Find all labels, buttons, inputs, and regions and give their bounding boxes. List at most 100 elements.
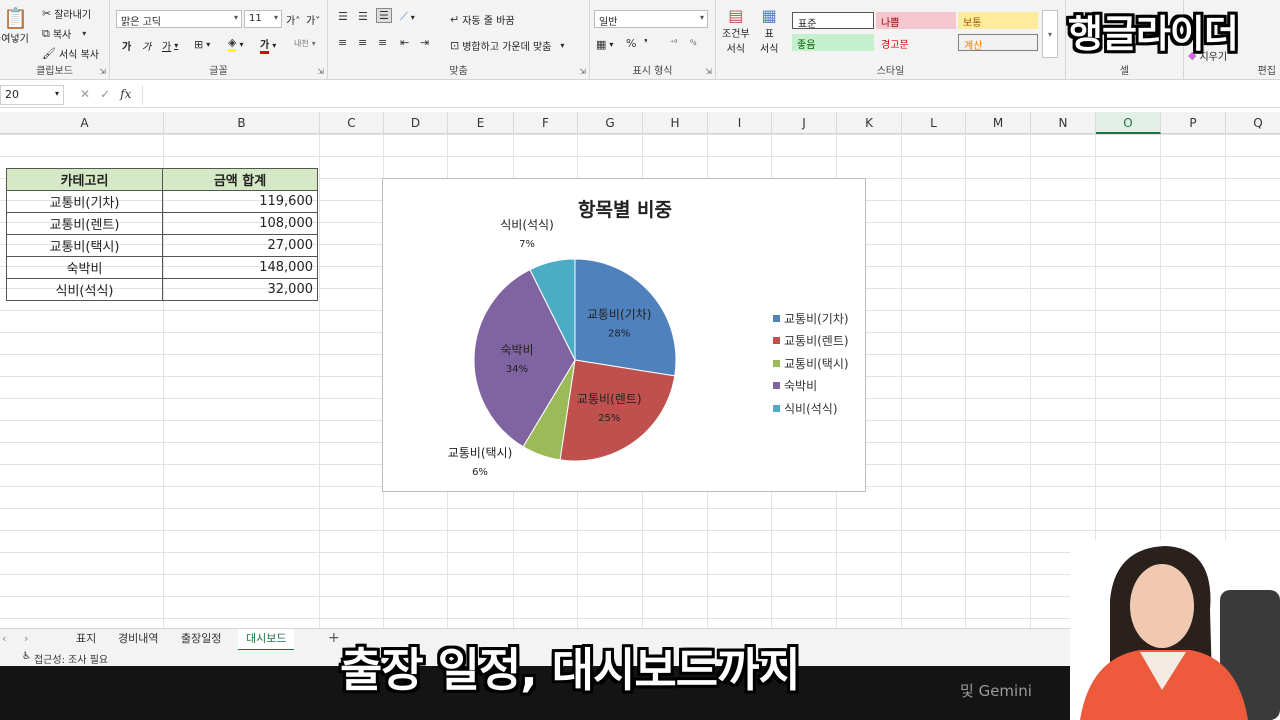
font-size-value: 11 — [249, 13, 262, 24]
column-header-g[interactable]: G — [578, 112, 643, 134]
format-table-button[interactable]: ▦ 표 서식 — [760, 6, 778, 55]
cell-amount[interactable]: 148,000 — [162, 256, 318, 279]
pie-chart[interactable]: 항목별 비중 교통비(기차) 28% 교통비(렌트) 25% 교통비(택시) 6% 숙박비 3… — [382, 178, 866, 492]
styles-more-button[interactable]: ▾ — [1042, 10, 1058, 58]
font-name-select[interactable]: 맑은 고딕 ▾ — [116, 10, 242, 28]
cell-category[interactable]: 식비(석식) — [6, 278, 163, 301]
fill-color-button[interactable]: ◈ ▾ — [228, 36, 243, 52]
cell-category[interactable]: 교통비(기차) — [6, 190, 163, 213]
column-header-d[interactable]: D — [384, 112, 448, 134]
column-header-i[interactable]: I — [708, 112, 772, 134]
dialog-launcher-icon[interactable]: ⇲ — [705, 67, 712, 76]
column-header-c[interactable]: C — [320, 112, 384, 134]
dialog-launcher-icon[interactable]: ⇲ — [317, 67, 324, 76]
paste-button[interactable]: 📋 붙여넣기 — [0, 6, 29, 45]
style-good[interactable]: 좋음 — [792, 34, 874, 51]
grow-font-button[interactable]: 가˄ — [286, 12, 300, 27]
border-button[interactable]: ⊞ ▾ — [194, 38, 210, 51]
gridline-horizontal — [0, 156, 1280, 157]
column-header-l[interactable]: L — [902, 112, 966, 134]
style-neutral[interactable]: 보통 — [958, 12, 1038, 29]
format-painter-button[interactable]: 🖌 서식 복사 — [42, 46, 99, 61]
phonetic-button[interactable]: 내천 ▾ — [294, 38, 316, 49]
font-color-button[interactable]: 가 ▾ — [260, 36, 276, 54]
number-format-select[interactable]: 일반 ▾ — [594, 10, 708, 28]
slice-category-label: 교통비(기차) — [587, 307, 652, 321]
copy-button[interactable]: ⧉ 복사 ▾ — [42, 26, 86, 42]
merge-center-button[interactable]: ⊡ 병합하고 가운데 맞춤 ▾ — [450, 38, 564, 53]
font-size-select[interactable]: 11 ▾ — [244, 10, 282, 28]
header-amount[interactable]: 금액 합계 — [162, 168, 318, 191]
function-icon[interactable]: fx — [120, 87, 131, 101]
accounting-button[interactable]: ▦ ▾ — [596, 38, 613, 51]
cancel-icon[interactable]: ✕ — [80, 87, 90, 101]
gridline-horizontal — [0, 134, 1280, 135]
conditional-format-button[interactable]: ▤ 조건부 서식 — [722, 6, 750, 55]
align-center-button[interactable]: ≡ — [358, 36, 367, 49]
column-header-e[interactable]: E — [448, 112, 514, 134]
column-header-n[interactable]: N — [1031, 112, 1096, 134]
font-name-value: 맑은 고딕 — [121, 17, 161, 28]
style-calculation[interactable]: 계산 — [958, 34, 1038, 52]
cell-category[interactable]: 교통비(택시) — [6, 234, 163, 257]
cell-amount[interactable]: 119,600 — [162, 190, 318, 213]
chart-legend[interactable]: 교통비(기차) 교통비(렌트) 교통비(택시) 숙박비 식비(석식) — [773, 307, 849, 420]
style-normal[interactable]: 표준 — [792, 12, 874, 30]
column-header-j[interactable]: J — [772, 112, 837, 134]
legend-label: 숙박비 — [784, 379, 818, 394]
decrease-indent-button[interactable]: ⇤ — [400, 36, 409, 49]
cell-category[interactable]: 교통비(렌트) — [6, 212, 163, 235]
column-header-m[interactable]: M — [966, 112, 1031, 134]
dialog-launcher-icon[interactable]: ⇲ — [99, 67, 106, 76]
sheet-tab-cover[interactable]: 표지 — [68, 629, 104, 651]
align-left-button[interactable]: ≡ — [338, 36, 347, 49]
sheet-tab-expenses[interactable]: 경비내역 — [110, 629, 166, 651]
column-header-f[interactable]: F — [514, 112, 578, 134]
check-icon[interactable]: ✓ — [100, 87, 110, 101]
pie-slice[interactable] — [559, 359, 676, 462]
increase-decimal-button[interactable]: ⁺⁰ — [670, 38, 677, 47]
indent-icon: ⇥ — [420, 36, 430, 49]
orientation-button[interactable]: ⟋ ▾ — [400, 10, 415, 24]
italic-button[interactable]: 가 — [142, 38, 151, 53]
format-painter-label: 서식 복사 — [58, 50, 99, 61]
slice-percent-label: 6% — [472, 467, 488, 478]
accessibility-status[interactable]: ♿ 접근성: 조사 필요 — [22, 651, 108, 666]
formula-input[interactable] — [142, 85, 1280, 105]
align-right-button[interactable]: ≡ — [378, 36, 387, 49]
add-sheet-button[interactable]: + — [328, 630, 340, 646]
comma-button[interactable]: ❜ — [644, 37, 648, 50]
align-middle-button[interactable]: ☰ — [358, 10, 368, 23]
column-header-k[interactable]: K — [837, 112, 902, 134]
chevron-right-icon[interactable]: › — [24, 632, 28, 645]
chevron-left-icon[interactable]: ‹ — [2, 632, 6, 645]
style-warning[interactable]: 경고문 — [876, 34, 956, 51]
style-bad[interactable]: 나쁨 — [876, 12, 956, 29]
cell-amount[interactable]: 27,000 — [162, 234, 318, 257]
name-box[interactable]: 20 ▾ — [0, 85, 64, 105]
cell-amount[interactable]: 32,000 — [162, 278, 318, 301]
align-top-button[interactable]: ☰ — [338, 10, 348, 23]
align-bottom-button[interactable]: ☰ — [376, 8, 392, 23]
column-header-p[interactable]: P — [1161, 112, 1226, 134]
bold-button[interactable]: 가 — [122, 38, 131, 53]
header-category[interactable]: 카테고리 — [6, 168, 163, 191]
column-header-b[interactable]: B — [164, 112, 320, 134]
subtitle-caption: 출장 일정, 대시보드까지 — [340, 643, 801, 697]
dialog-launcher-icon[interactable]: ⇲ — [579, 67, 586, 76]
column-header-o[interactable]: O — [1096, 112, 1161, 134]
sheet-tab-dashboard[interactable]: 대시보드 — [238, 629, 295, 651]
cell-category[interactable]: 숙박비 — [6, 256, 163, 279]
sheet-tab-schedule[interactable]: 출장일정 — [173, 629, 229, 651]
underline-button[interactable]: 가 ▾ — [162, 38, 178, 53]
shrink-font-button[interactable]: 가˅ — [306, 12, 320, 27]
column-header-a[interactable]: A — [6, 112, 164, 134]
column-header-h[interactable]: H — [643, 112, 708, 134]
cell-amount[interactable]: 108,000 — [162, 212, 318, 235]
column-header-q[interactable]: Q — [1226, 112, 1280, 134]
percent-button[interactable]: % — [626, 37, 636, 50]
decrease-decimal-button[interactable]: ⁰₀ — [690, 38, 696, 47]
increase-indent-button[interactable]: ⇥ — [420, 36, 429, 49]
wrap-text-button[interactable]: ↵ 자동 줄 바꿈 — [450, 12, 515, 27]
cut-button[interactable]: ✂ 잘라내기 — [42, 6, 91, 21]
